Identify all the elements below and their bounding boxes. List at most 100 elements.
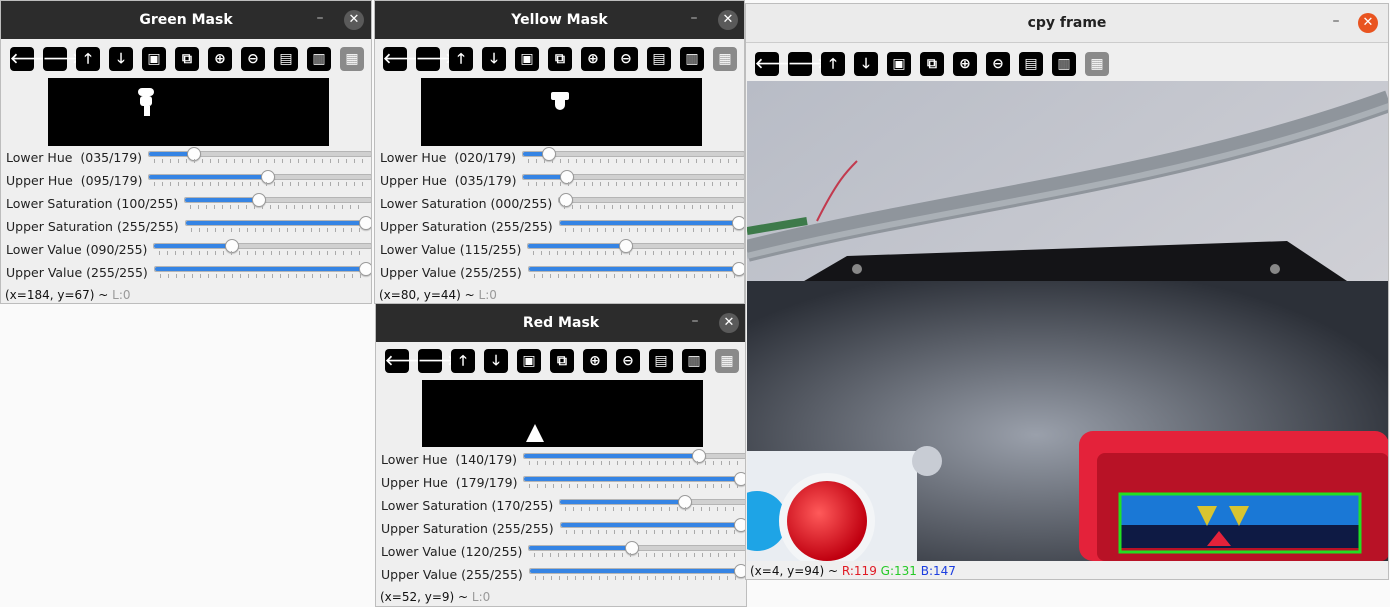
slider-track[interactable] [528,541,746,555]
slider-label: Upper Hue (179/179) [381,475,518,490]
zoom-in-icon[interactable]: ⊕ [953,52,977,76]
slider-track[interactable] [148,170,371,184]
zoom-in-icon[interactable]: ⊕ [208,47,232,71]
slider-ticks [535,576,741,580]
title-bar[interactable]: Green Mask – ✕ [1,1,371,39]
slider-track[interactable] [528,262,744,276]
paint-icon[interactable]: ▦ [715,349,739,373]
properties-icon[interactable]: ▥ [307,47,331,71]
save-icon[interactable]: ▤ [647,47,671,71]
slider-fill [560,221,744,225]
slider-track[interactable] [529,564,746,578]
slider-track[interactable] [184,193,371,207]
close-button[interactable]: ✕ [1358,13,1378,33]
paint-icon[interactable]: ▦ [340,47,364,71]
zoom-out-icon[interactable]: ⊖ [614,47,638,71]
zoom-out-icon[interactable]: ⊖ [616,349,640,373]
pan-left-icon[interactable]: 🡐 [10,47,48,71]
minimize-button[interactable]: – [685,310,705,330]
slider-row: Lower Value (120/255) [376,541,746,564]
slider-track[interactable] [527,239,744,253]
zoom-out-icon[interactable]: ⊖ [241,47,265,71]
pan-right-icon[interactable]: 🡒 [788,52,826,76]
slider-label: Lower Hue (020/179) [380,150,517,165]
close-button[interactable]: ✕ [718,10,738,30]
pan-right-icon[interactable]: 🡒 [418,349,456,373]
pan-right-icon[interactable]: 🡒 [43,47,81,71]
zoom-original-icon[interactable]: ▣ [515,47,539,71]
zoom-fit-icon[interactable]: ⧉ [920,52,944,76]
slider-track[interactable] [154,262,371,276]
zoom-fit-icon[interactable]: ⧉ [175,47,199,71]
title-bar[interactable]: Yellow Mask – ✕ [375,1,744,39]
slider-ticks [529,461,741,465]
slider-ticks [528,159,739,163]
slider-track[interactable] [153,239,371,253]
slider-track[interactable] [523,449,746,463]
slider-track[interactable] [148,147,371,161]
pan-down-icon[interactable]: 🡓 [109,47,133,71]
zoom-in-icon[interactable]: ⊕ [583,349,607,373]
slider-label: Lower Saturation (170/255) [381,498,554,513]
pan-down-icon[interactable]: 🡓 [482,47,506,71]
slider-ticks [528,182,739,186]
camera-image [747,81,1388,561]
zoom-fit-icon[interactable]: ⧉ [548,47,572,71]
save-icon[interactable]: ▤ [274,47,298,71]
slider-row: Upper Hue (095/179) [1,170,371,193]
slider-track[interactable] [559,216,744,230]
minimize-button[interactable]: – [684,7,704,27]
pan-right-icon[interactable]: 🡒 [416,47,454,71]
properties-icon[interactable]: ▥ [680,47,704,71]
save-icon[interactable]: ▤ [649,349,673,373]
slider-label: Lower Hue (140/179) [381,452,518,467]
slider-track[interactable] [522,170,744,184]
slider-label: Lower Value (120/255) [381,544,523,559]
slider-ticks [160,274,366,278]
status-coords: (x=80, y=44) ~ [379,288,479,302]
slider-track[interactable] [559,495,746,509]
zoom-fit-icon[interactable]: ⧉ [550,349,574,373]
paint-icon[interactable]: ▦ [713,47,737,71]
pan-left-icon[interactable]: 🡐 [755,52,793,76]
properties-icon[interactable]: ▥ [1052,52,1076,76]
pan-up-icon[interactable]: 🡑 [451,349,475,373]
slider-track[interactable] [558,193,744,207]
title-bar[interactable]: cpy frame – ✕ [746,4,1388,43]
slider-track[interactable] [523,472,746,486]
zoom-in-icon[interactable]: ⊕ [581,47,605,71]
zoom-original-icon[interactable]: ▣ [142,47,166,71]
status-bar: (x=80, y=44) ~ L:0 [379,288,497,302]
pan-up-icon[interactable]: 🡑 [449,47,473,71]
slider-track[interactable] [522,147,744,161]
slider-ticks [534,553,741,557]
status-blue: B:147 [920,564,956,578]
close-button[interactable]: ✕ [344,10,364,30]
save-icon[interactable]: ▤ [1019,52,1043,76]
minimize-button[interactable]: – [310,7,330,27]
minimize-button[interactable]: – [1326,10,1346,30]
title-bar[interactable]: Red Mask – ✕ [376,304,746,342]
mask-blob [144,106,150,116]
mask-blob [551,92,569,100]
slider-track[interactable] [560,518,746,532]
paint-icon[interactable]: ▦ [1085,52,1109,76]
pan-down-icon[interactable]: 🡓 [854,52,878,76]
pan-down-icon[interactable]: 🡓 [484,349,508,373]
zoom-out-icon[interactable]: ⊖ [986,52,1010,76]
zoom-original-icon[interactable]: ▣ [517,349,541,373]
close-button[interactable]: ✕ [719,313,739,333]
slider-row: Lower Saturation (170/255) [376,495,746,518]
pan-left-icon[interactable]: 🡐 [385,349,423,373]
pan-up-icon[interactable]: 🡑 [76,47,100,71]
pan-left-icon[interactable]: 🡐 [383,47,421,71]
zoom-original-icon[interactable]: ▣ [887,52,911,76]
slider-fill [529,267,744,271]
pan-up-icon[interactable]: 🡑 [821,52,845,76]
properties-icon[interactable]: ▥ [682,349,706,373]
slider-label: Lower Saturation (100/255) [6,196,179,211]
slider-track[interactable] [185,216,371,230]
slider-row: Lower Value (090/255) [1,239,371,262]
slider-ticks [565,228,739,232]
slider-ticks [566,530,741,534]
